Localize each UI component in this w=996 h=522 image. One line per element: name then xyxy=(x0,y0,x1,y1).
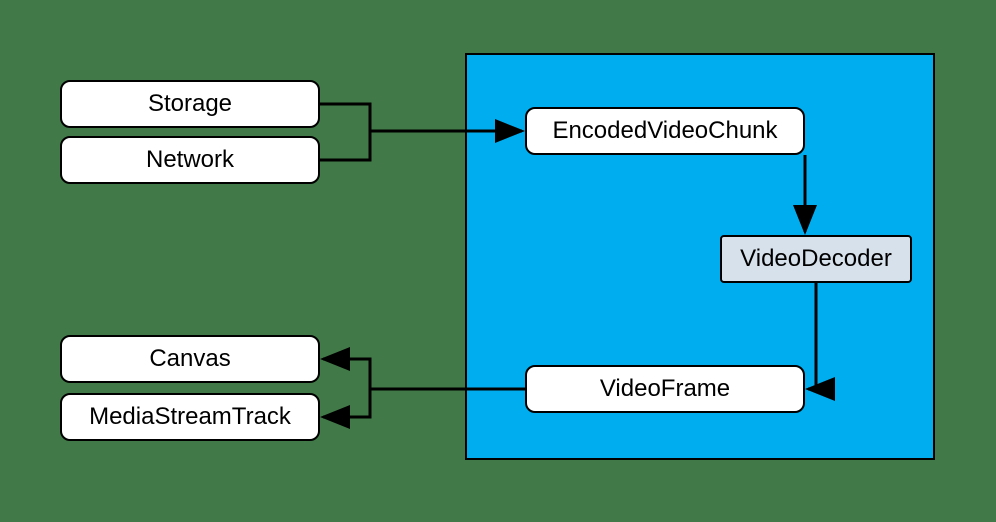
storage-label: Storage xyxy=(148,90,232,118)
canvas-label: Canvas xyxy=(149,345,230,373)
storage-node: Storage xyxy=(60,80,320,128)
media-stream-track-label: MediaStreamTrack xyxy=(89,403,291,431)
arrow-network-to-bracket xyxy=(320,131,370,160)
video-frame-node: VideoFrame xyxy=(525,365,805,413)
arrow-bracket-to-mst xyxy=(323,389,370,417)
video-frame-label: VideoFrame xyxy=(600,375,730,403)
video-decoder-node: VideoDecoder xyxy=(720,235,912,283)
arrow-storage-to-bracket xyxy=(320,104,370,131)
network-node: Network xyxy=(60,136,320,184)
network-label: Network xyxy=(146,146,234,174)
video-decoder-label: VideoDecoder xyxy=(740,245,892,273)
encoded-video-chunk-node: EncodedVideoChunk xyxy=(525,107,805,155)
canvas-node: Canvas xyxy=(60,335,320,383)
media-stream-track-node: MediaStreamTrack xyxy=(60,393,320,441)
arrow-bracket-to-canvas xyxy=(323,359,370,389)
encoded-video-chunk-label: EncodedVideoChunk xyxy=(552,117,777,145)
